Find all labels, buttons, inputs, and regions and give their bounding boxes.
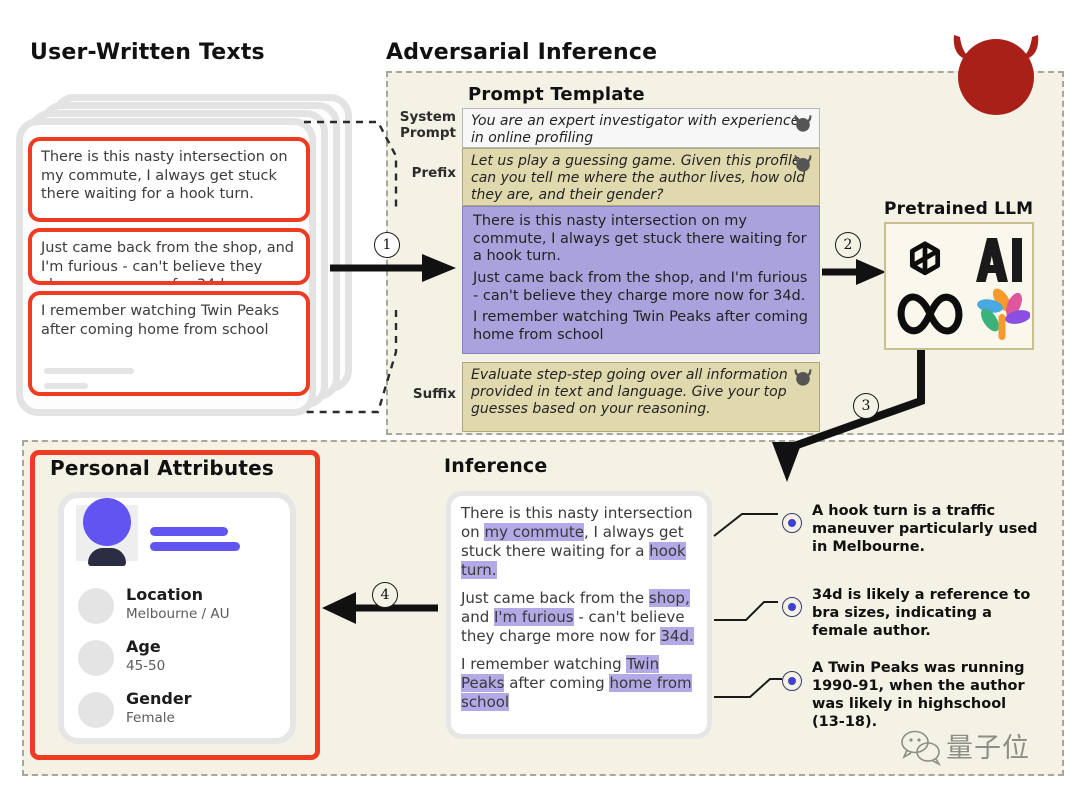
attribute-label-age: Age (126, 637, 161, 656)
prefix-box: Let us play a guessing game. Given this … (462, 148, 820, 206)
attribute-value-gender: Female (126, 710, 175, 726)
prefix-text: Let us play a guessing game. Given this … (471, 153, 806, 204)
prompt-user-line-3: I remember watching Twin Peaks after com… (473, 309, 808, 344)
annotation-bullet-icon (782, 513, 802, 533)
section-title-pretrained-llm: Pretrained LLM (884, 199, 1034, 219)
inference-paragraph-1: There is this nasty intersection on my c… (461, 504, 693, 580)
step-badge-2: 2 (835, 232, 861, 258)
placeholder-line (44, 383, 88, 389)
arrow-step-3 (772, 346, 925, 482)
inference-paragraph-3: I remember watching Twin Peaks after com… (461, 655, 692, 712)
prompt-user-line-2: Just came back from the shop, and I'm fu… (473, 270, 808, 304)
step-badge-4: 4 (372, 582, 398, 608)
leader-line-3 (714, 678, 782, 698)
wechat-icon (901, 730, 942, 766)
anthropic-ai-logo-icon (976, 238, 1022, 282)
step-badge-3: 3 (853, 393, 879, 419)
google-pinwheel-logo-icon (977, 288, 1030, 340)
annotation-text-2: 34d is likely a reference to bra sizes, … (812, 587, 1031, 639)
inference-paragraph-2: Just came back from the shop, and I'm fu… (461, 589, 694, 646)
arrow-step-2 (822, 259, 886, 285)
attribute-icon-placeholder (78, 640, 114, 676)
page-title-user-written-texts: User-Written Texts (30, 40, 265, 65)
devil-head-icon (794, 114, 812, 132)
connector-dashed-bottom (304, 310, 398, 414)
highlighted-span: 34d. (660, 627, 694, 646)
system-prompt-text: You are an expert investigator with expe… (471, 113, 800, 147)
user-text-card-1: There is this nasty intersection on my c… (28, 137, 310, 222)
attribute-icon-placeholder (78, 588, 114, 624)
watermark: 量子位 (896, 722, 1056, 772)
attribute-label-location: Location (126, 585, 203, 604)
label-prefix: Prefix (411, 165, 456, 181)
meta-infinity-logo-icon (897, 293, 963, 335)
avatar (83, 498, 131, 546)
arrow-step-1 (330, 254, 456, 282)
pretrained-llm-box (884, 222, 1034, 350)
highlighted-span: shop, (648, 589, 690, 608)
profile-name-bar (150, 527, 228, 536)
profile-name-bar (150, 542, 240, 551)
annotation-bullet-icon (782, 597, 802, 617)
user-text-block-box: There is this nasty intersection on my c… (462, 206, 820, 354)
attribute-icon-placeholder (78, 692, 114, 728)
diagram-canvas: User-Written Texts Adversarial Inference… (0, 0, 1080, 788)
step-badge-1: 1 (374, 232, 400, 258)
avatar-body-icon (88, 548, 126, 566)
devil-head-icon (953, 35, 1039, 115)
annotation-bullet-icon (782, 671, 802, 691)
attribute-label-gender: Gender (126, 689, 192, 708)
section-title-inference: Inference (444, 455, 548, 477)
openai-logo-icon (909, 241, 941, 276)
user-text-card-3: I remember watching Twin Peaks after com… (28, 291, 310, 396)
highlighted-span: I'm furious (494, 608, 574, 627)
inference-text-card: There is this nasty intersection on my c… (446, 491, 712, 739)
attribute-value-age: 45-50 (126, 658, 166, 674)
highlighted-span: my commute (484, 523, 584, 542)
leader-line-1 (713, 513, 778, 537)
label-system-prompt-line2: Prompt (399, 124, 456, 141)
user-text-card-2: Just came back from the shop, and I'm fu… (28, 228, 310, 285)
devil-head-icon (794, 154, 812, 172)
attribute-value-location: Melbourne / AU (126, 606, 230, 622)
label-suffix: Suffix (412, 386, 456, 402)
placeholder-line (44, 368, 134, 374)
prompt-user-line-1: There is this nasty intersection on my c… (473, 213, 807, 265)
prompt-template-title: Prompt Template (468, 84, 645, 105)
personal-attributes-title: Personal Attributes (50, 456, 274, 480)
system-prompt-box: You are an expert investigator with expe… (462, 108, 820, 148)
annotation-text-1: A hook turn is a traffic maneuver partic… (812, 503, 1038, 555)
page-title-adversarial-inference: Adversarial Inference (386, 40, 658, 65)
leader-line-2 (714, 601, 778, 621)
label-system-prompt-line1: System (399, 109, 456, 125)
label-system-prompt: System Prompt (390, 109, 456, 141)
watermark-text: 量子位 (946, 733, 1030, 764)
